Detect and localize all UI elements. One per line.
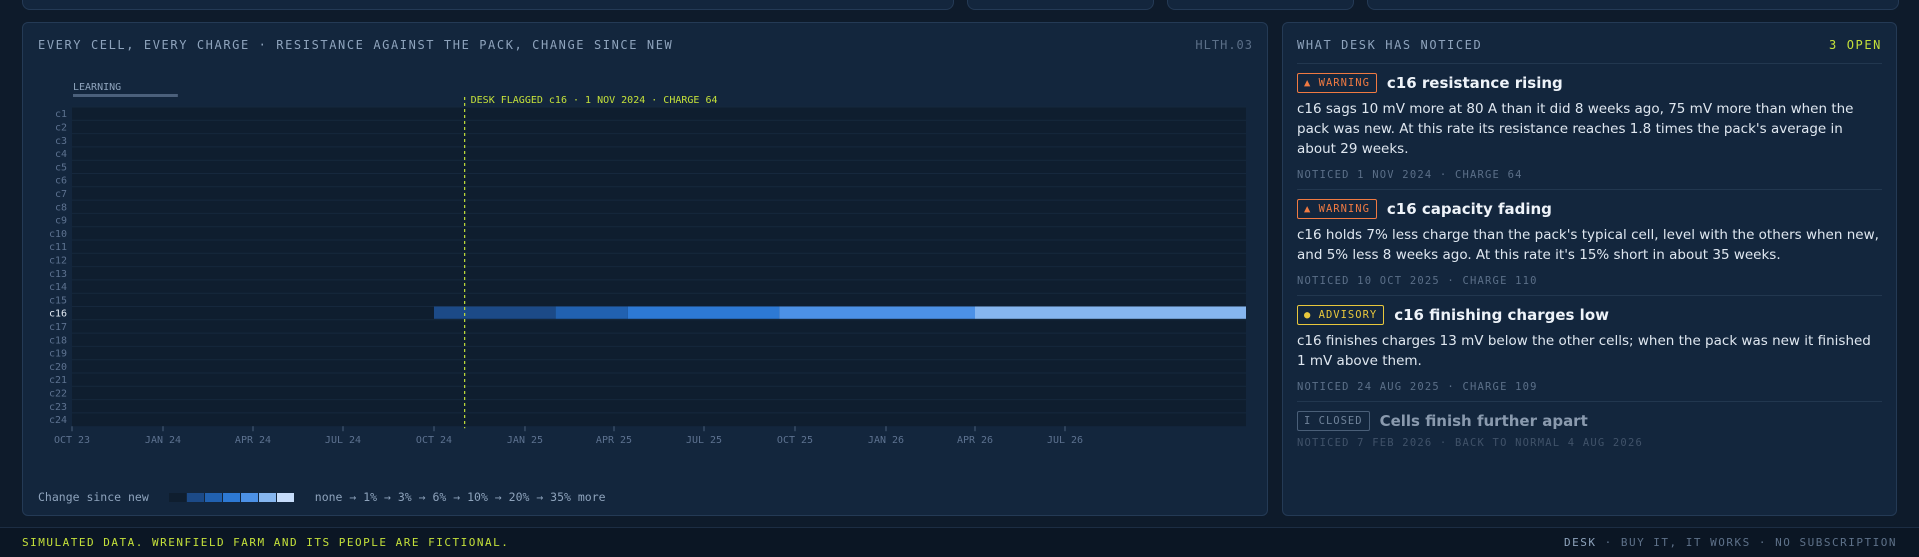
row-label-c15: c15 [49, 295, 67, 306]
advisory-badge: ● ADVISORY [1297, 305, 1385, 325]
row-label-c5: c5 [55, 162, 67, 173]
row-label-c8: c8 [55, 202, 67, 213]
notice-meta: NOTICED 10 OCT 2025 · CHARGE 110 [1297, 275, 1538, 287]
heatmap-legend: Change since new none → 1% → 3% → 6% → 1… [38, 490, 606, 504]
x-tick-label: JAN 26 [868, 435, 904, 446]
x-tick-label: APR 26 [957, 435, 993, 446]
legend-swatch [258, 492, 276, 502]
heat-segment-c16 [555, 306, 628, 319]
row-label-c7: c7 [55, 189, 67, 200]
row-label-c6: c6 [55, 176, 67, 187]
x-tick-label: OCT 24 [416, 435, 452, 446]
cell-heatmap-chart: c1 c2 c3 c4 c5 c6 c7 c8 c9 c10 c11 c12 c13 c14 c15 c16 c… [49, 82, 1246, 446]
heat-segment-c16 [779, 306, 976, 319]
row-label-c3: c3 [55, 136, 67, 147]
notices-header: WHAT DESK HAS NOTICED 3 OPEN [1297, 38, 1882, 52]
notice-body: c16 finishes charges 13 mV below the oth… [1297, 333, 1871, 369]
x-tick-label: JAN 25 [507, 435, 543, 446]
row-label-c18: c18 [49, 335, 67, 346]
panel-stub-4 [1367, 0, 1899, 10]
row-label-c11: c11 [49, 242, 67, 253]
notice-title: Cells finish further apart [1379, 412, 1588, 430]
footer-brand[interactable]: DESK [1564, 536, 1597, 549]
x-tick-label: OCT 23 [54, 435, 90, 446]
row-label-c2: c2 [55, 122, 67, 133]
notice-meta: NOTICED 1 NOV 2024 · CHARGE 64 [1297, 169, 1523, 181]
panel-stub-1 [22, 0, 954, 10]
footer: SIMULATED DATA. WRENFIELD FARM AND ITS P… [0, 527, 1919, 557]
x-tick-label: APR 24 [235, 435, 271, 446]
notice-title: c16 capacity fading [1386, 200, 1552, 218]
warning-badge: ▲ WARNING [1297, 199, 1377, 219]
row-label-c20: c20 [49, 362, 67, 373]
warning-badge: ▲ WARNING [1297, 73, 1377, 93]
legend-swatch [276, 492, 294, 502]
notices-panel: WHAT DESK HAS NOTICED 3 OPEN ▲ WARNING c… [1282, 22, 1897, 516]
x-tick-label: APR 25 [596, 435, 632, 446]
notice-item-closed[interactable]: I CLOSED Cells finish further apart NOTI… [1297, 401, 1882, 457]
notice-meta: NOTICED 24 AUG 2025 · CHARGE 109 [1297, 381, 1538, 393]
row-label-c24: c24 [49, 415, 67, 426]
x-tick-label: JAN 24 [145, 435, 181, 446]
row-label-c22: c22 [49, 388, 67, 399]
row-label-c4: c4 [55, 149, 67, 160]
legend-scale: none → 1% → 3% → 6% → 10% → 20% → 35% mo… [314, 490, 606, 504]
heat-segment-c16 [433, 306, 556, 319]
notices-title: WHAT DESK HAS NOTICED [1297, 38, 1483, 52]
notice-item[interactable]: ● ADVISORY c16 finishing charges low c16… [1297, 295, 1882, 401]
heat-segment-c16 [975, 306, 1246, 319]
panel-stub-2 [967, 0, 1154, 10]
closed-badge: I CLOSED [1297, 411, 1370, 431]
legend-swatch [186, 492, 204, 502]
notice-meta: NOTICED 7 FEB 2026 · BACK TO NORMAL 4 AU… [1297, 437, 1643, 449]
panel-stub-3 [1167, 0, 1354, 10]
notice-item[interactable]: ▲ WARNING c16 resistance rising c16 sags… [1297, 63, 1882, 189]
learning-bar [73, 94, 178, 97]
footer-tagline-text: · BUY IT, IT WORKS · NO SUBSCRIPTION [1596, 536, 1897, 549]
x-tick-label: OCT 25 [777, 435, 813, 446]
legend-swatch [240, 492, 258, 502]
x-tick-label: JUL 25 [686, 435, 722, 446]
row-label-c23: c23 [49, 402, 67, 413]
legend-swatch [222, 492, 240, 502]
notice-item[interactable]: ▲ WARNING c16 capacity fading c16 holds … [1297, 189, 1882, 295]
footer-disclaimer: SIMULATED DATA. WRENFIELD FARM AND ITS P… [22, 536, 510, 549]
row-label-c12: c12 [49, 255, 67, 266]
notice-list: ▲ WARNING c16 resistance rising c16 sags… [1297, 63, 1882, 457]
open-count-badge[interactable]: 3 OPEN [1829, 38, 1882, 52]
legend-swatch [168, 492, 186, 502]
notice-body: c16 holds 7% less charge than the pack's… [1297, 227, 1879, 263]
row-label-c1: c1 [55, 109, 67, 120]
row-label-c10: c10 [49, 229, 67, 240]
heat-segment-c16 [627, 306, 780, 319]
flag-marker-label: DESK FLAGGED c16 · 1 NOV 2024 · CHARGE 6… [471, 95, 718, 106]
x-tick-label: JUL 24 [325, 435, 361, 446]
row-label-c19: c19 [49, 349, 67, 360]
row-label-c16: c16 [49, 309, 67, 320]
legend-swatches [168, 492, 295, 502]
footer-tagline: DESK · BUY IT, IT WORKS · NO SUBSCRIPTIO… [1564, 536, 1897, 549]
row-label-c21: c21 [49, 375, 67, 386]
notice-body: c16 sags 10 mV more at 80 A than it did … [1297, 101, 1854, 157]
legend-title: Change since new [38, 490, 149, 504]
row-label-c17: c17 [49, 322, 67, 333]
legend-swatch [204, 492, 222, 502]
cell-health-heatmap-panel: EVERY CELL, EVERY CHARGE · RESISTANCE AG… [22, 22, 1268, 516]
x-tick-label: JUL 26 [1047, 435, 1083, 446]
row-label-c14: c14 [49, 282, 67, 293]
row-label-c13: c13 [49, 269, 67, 280]
notice-title: c16 finishing charges low [1394, 306, 1609, 324]
notice-title: c16 resistance rising [1386, 74, 1563, 92]
learning-label: LEARNING [73, 82, 121, 93]
row-label-c9: c9 [55, 216, 67, 227]
